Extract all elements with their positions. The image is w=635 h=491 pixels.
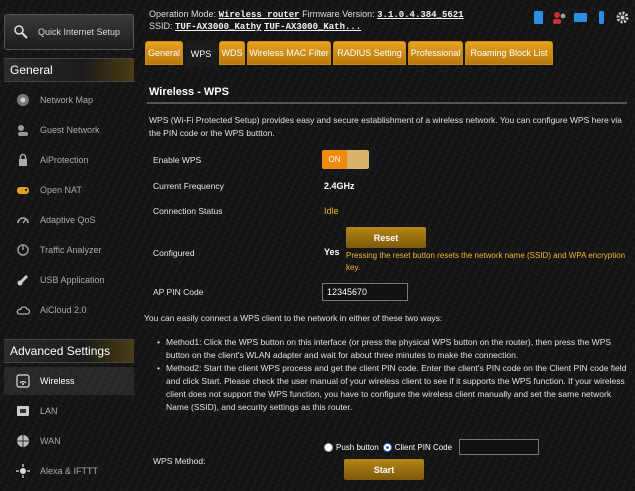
method2-text: Method2: Start the client WPS process an… [157,362,630,414]
sidebar-item-label: Traffic Analyzer [40,245,102,255]
tab-general[interactable]: General [145,41,183,65]
sidebar-item-label: Network Map [40,95,94,105]
sidebar-item-label: AiProtection [40,155,89,165]
method1-text: Method1: Click the WPS button on this in… [157,336,630,362]
client-pin-input[interactable] [459,439,540,455]
toggle-knob [347,150,369,169]
sidebar-item-label: Guest Network [40,125,100,135]
tab-wireless-mac-filter[interactable]: Wireless MAC Filter [247,41,331,65]
operation-mode-label: Operation Mode: [149,9,217,19]
current-frequency-value: 2.4GHz [324,181,355,191]
internet-status-icon[interactable] [573,10,588,25]
settings-gear-icon[interactable] [615,10,630,25]
connection-status-value: Idle [324,206,339,216]
lock-icon [16,153,30,167]
usb-status-icon[interactable] [594,10,609,25]
speedometer-icon [16,213,30,227]
connection-status-label: Connection Status [153,206,223,216]
header-icons [531,10,630,25]
wizard-icon [13,24,29,40]
sidebar: Quick Internet Setup General Network Map… [0,0,137,491]
tab-wps[interactable]: WPS [185,41,217,67]
sidebar-item-label: WAN [40,436,61,446]
page-title: Wireless - WPS [149,86,229,98]
sidebar-item-label: Wireless [40,376,75,386]
tab-professional[interactable]: Professional [408,41,463,65]
wps-method-options: Push button Client PIN Code [324,439,540,455]
ap-pin-code-field[interactable]: 12345670 [322,283,408,301]
quick-internet-setup-button[interactable]: Quick Internet Setup [4,14,134,50]
wps-method-label: WPS Method: [153,456,206,466]
ssid-label: SSID: [149,21,173,31]
guest-network-icon [16,123,30,137]
ap-pin-code-label: AP PIN Code [153,287,204,297]
connect-intro-text: You can easily connect a WPS client to t… [144,313,443,323]
toggle-on-label: ON [322,150,347,169]
enable-wps-toggle[interactable]: ON [322,150,369,169]
firmware-version-link[interactable]: 3.1.0.4.384_5621 [377,10,463,20]
sidebar-item-wireless[interactable]: Wireless [4,367,134,395]
traffic-analyzer-icon [16,243,30,257]
ssid-link-2[interactable]: TUF-AX3000_Kath... [264,22,361,32]
sidebar-item-alexa-ifttt[interactable]: Alexa & IFTTT [4,457,134,485]
globe-icon [16,93,30,107]
lan-icon [16,404,30,418]
sidebar-item-usb-application[interactable]: USB Application [4,266,134,294]
sidebar-item-adaptive-qos[interactable]: Adaptive QoS [4,206,134,234]
operation-mode-link[interactable]: Wireless router [219,10,300,20]
reset-note: Pressing the reset button resets the net… [346,251,626,272]
gamepad-icon [16,183,30,197]
tab-radius-setting[interactable]: RADIUS Setting [333,41,406,65]
ssid-link-1[interactable]: TUF-AX3000_Kathy [175,22,261,32]
title-divider [147,102,627,104]
quick-internet-setup-label: Quick Internet Setup [38,27,121,37]
main-panel: Wireless - WPS WPS (Wi-Fi Protected Setu… [142,66,635,491]
configured-label: Configured [153,248,195,258]
sidebar-item-lan[interactable]: LAN [4,397,134,425]
current-frequency-label: Current Frequency [153,181,224,191]
cloud-icon [16,303,30,317]
clients-icon[interactable] [552,10,567,25]
alexa-icon [16,464,30,478]
general-heading: General [4,58,134,82]
sidebar-item-traffic-analyzer[interactable]: Traffic Analyzer [4,236,134,264]
sidebar-item-label: Alexa & IFTTT [40,466,99,476]
wireless-icon [16,374,30,388]
firmware-label: Firmware Version: [302,9,375,19]
sidebar-item-label: AiCloud 2.0 [40,305,87,315]
start-button[interactable]: Start [344,459,424,480]
network-status-icon[interactable] [531,10,546,25]
configured-value: Yes [324,247,340,257]
tab-roaming-block-list[interactable]: Roaming Block List [465,41,553,65]
page-description: WPS (Wi-Fi Protected Setup) provides eas… [149,115,622,138]
enable-wps-label: Enable WPS [153,155,202,165]
operation-mode-line: Operation Mode: Wireless router Firmware… [149,9,464,20]
advanced-settings-heading: Advanced Settings [4,339,134,363]
sidebar-item-aiprotection[interactable]: AiProtection [4,146,134,174]
reset-button[interactable]: Reset [346,227,426,248]
sidebar-item-aicloud[interactable]: AiCloud 2.0 [4,296,134,324]
push-button-radio[interactable] [324,442,333,452]
sidebar-item-network-map[interactable]: Network Map [4,86,134,114]
client-pin-radio[interactable] [382,442,392,452]
sidebar-item-guest-network[interactable]: Guest Network [4,116,134,144]
header: Operation Mode: Wireless router Firmware… [142,0,635,40]
push-button-label: Push button [336,442,379,452]
wan-globe-icon [16,434,30,448]
ssid-line: SSID: TUF-AX3000_Kathy TUF-AX3000_Kath..… [149,21,361,32]
sidebar-item-label: LAN [40,406,58,416]
sidebar-item-label: USB Application [40,275,105,285]
wps-methods-list: Method1: Click the WPS button on this in… [157,336,630,414]
sidebar-item-label: Adaptive QoS [40,215,96,225]
sidebar-item-open-nat[interactable]: Open NAT [4,176,134,204]
client-pin-label: Client PIN Code [394,442,453,452]
sidebar-item-wan[interactable]: WAN [4,427,134,455]
sidebar-item-label: Open NAT [40,185,82,195]
tab-wds[interactable]: WDS [219,41,245,65]
usb-icon [16,273,30,287]
